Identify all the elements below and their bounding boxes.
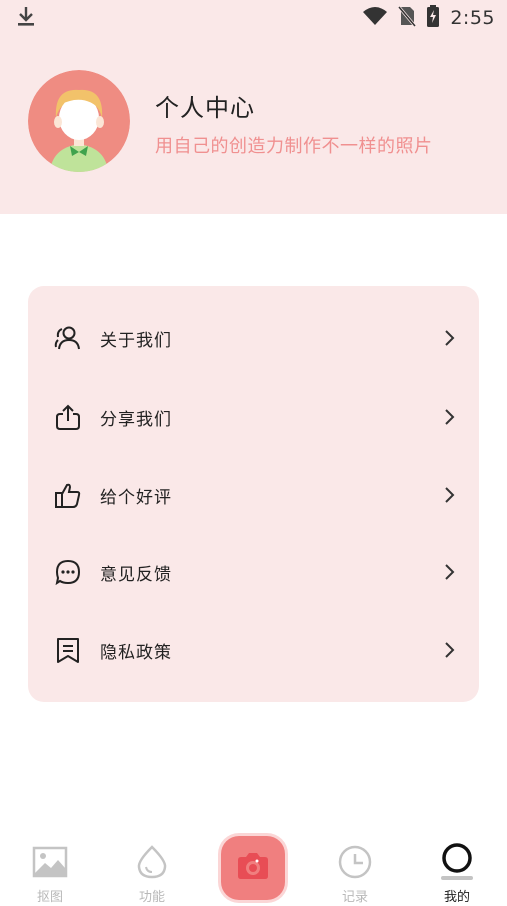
no-sim-icon (398, 5, 417, 31)
nav-label: 记录 (341, 890, 368, 905)
nav-label: 我的 (443, 890, 470, 905)
about-us-icon (54, 324, 82, 352)
menu-item-feedback[interactable]: 意见反馈 (28, 542, 479, 602)
page-title: 个人中心 (155, 94, 255, 122)
nav-item-mine[interactable]: 我的 (417, 826, 497, 906)
menu-item-rate[interactable]: 给个好评 (28, 465, 479, 525)
menu-item-label: 给个好评 (100, 487, 172, 508)
nav-item-records[interactable]: 记录 (315, 826, 395, 906)
nav-item-functions[interactable]: 功能 (112, 826, 192, 906)
menu-item-label: 隐私政策 (100, 642, 172, 663)
status-bar: 2:55 (0, 0, 507, 36)
chevron-right-icon (441, 485, 457, 505)
bottom-nav: 抠图 功能 记录 我的 (0, 826, 507, 906)
feedback-icon (54, 558, 82, 586)
camera-button[interactable] (221, 836, 285, 900)
nav-label: 抠图 (36, 890, 63, 905)
privacy-policy-icon (54, 636, 82, 664)
status-time: 2:55 (450, 7, 495, 29)
thumbs-up-icon (54, 481, 82, 509)
camera-icon (235, 851, 271, 885)
download-icon (16, 5, 36, 31)
menu-item-privacy-policy[interactable]: 隐私政策 (28, 620, 479, 680)
chevron-right-icon (441, 407, 457, 427)
chevron-right-icon (441, 562, 457, 582)
screen: 2:55 个人中心 用自己的创造力制作不一样的照片 关于我们 分享我们 给个好评… (0, 0, 507, 906)
profile-ring-icon (437, 842, 477, 882)
avatar[interactable] (28, 70, 130, 172)
share-icon (54, 403, 82, 431)
menu-item-about-us[interactable]: 关于我们 (28, 308, 479, 368)
menu-item-label: 意见反馈 (100, 564, 172, 585)
battery-icon (426, 5, 440, 31)
wifi-icon (362, 6, 388, 30)
menu-item-label: 分享我们 (100, 409, 172, 430)
chevron-right-icon (441, 640, 457, 660)
clock-icon (335, 842, 375, 882)
chevron-right-icon (441, 328, 457, 348)
nav-label: 功能 (138, 890, 165, 905)
image-icon (30, 842, 70, 882)
profile-subtitle: 用自己的创造力制作不一样的照片 (155, 136, 433, 157)
nav-item-cutout[interactable]: 抠图 (10, 826, 90, 906)
menu-item-share[interactable]: 分享我们 (28, 387, 479, 447)
drop-icon (132, 842, 172, 882)
menu-item-label: 关于我们 (100, 330, 172, 351)
settings-menu-card: 关于我们 分享我们 给个好评 意见反馈 隐私政策 (28, 286, 479, 702)
